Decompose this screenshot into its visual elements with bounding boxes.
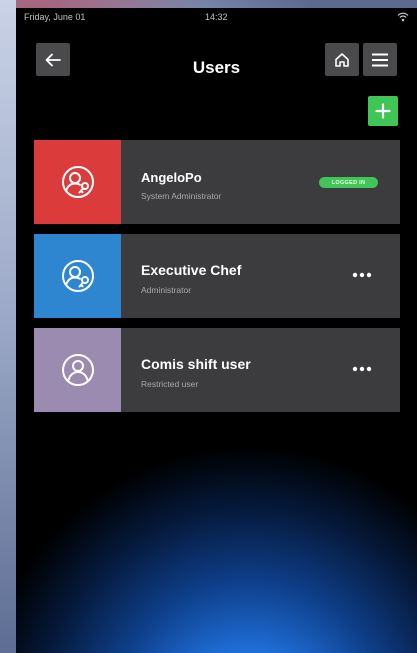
user-info: AngeloPo System Administrator LOGGED IN	[121, 140, 400, 224]
menu-button[interactable]	[363, 43, 397, 76]
hamburger-menu-icon	[372, 53, 388, 66]
more-options-button[interactable]	[347, 356, 377, 382]
user-name: AngeloPo	[141, 170, 202, 185]
home-icon	[335, 52, 349, 67]
user-avatar-tile	[34, 140, 121, 224]
status-time: 14:32	[205, 12, 228, 22]
user-card-executive-chef[interactable]: Executive Chef Administrator	[34, 234, 400, 318]
user-key-icon	[61, 166, 94, 198]
wifi-icon	[397, 12, 409, 22]
more-horizontal-icon	[352, 366, 372, 372]
user-name: Comis shift user	[141, 356, 251, 372]
logged-in-badge: LOGGED IN	[319, 177, 378, 188]
user-info: Comis shift user Restricted user	[121, 328, 400, 412]
status-bar: Friday, June 01 14:32	[16, 8, 417, 28]
status-date: Friday, June 01	[24, 12, 86, 22]
user-role: System Administrator	[141, 191, 222, 201]
add-user-button[interactable]	[368, 96, 398, 126]
user-icon	[61, 354, 94, 386]
user-card-comis-shift-user[interactable]: Comis shift user Restricted user	[34, 328, 400, 412]
user-role: Restricted user	[141, 379, 199, 389]
plus-icon	[375, 103, 391, 119]
more-horizontal-icon	[352, 272, 372, 278]
user-avatar-tile	[34, 234, 121, 318]
user-role: Administrator	[141, 285, 192, 295]
device-screen: Friday, June 01 14:32 Users AngeloPo Sys…	[16, 8, 417, 653]
user-name: Executive Chef	[141, 262, 242, 278]
user-info: Executive Chef Administrator	[121, 234, 400, 318]
more-options-button[interactable]	[347, 262, 377, 288]
user-avatar-tile	[34, 328, 121, 412]
user-key-icon	[61, 260, 94, 292]
user-card-angelopo[interactable]: AngeloPo System Administrator LOGGED IN	[34, 140, 400, 224]
background-strip	[0, 0, 16, 653]
home-button[interactable]	[325, 43, 359, 76]
